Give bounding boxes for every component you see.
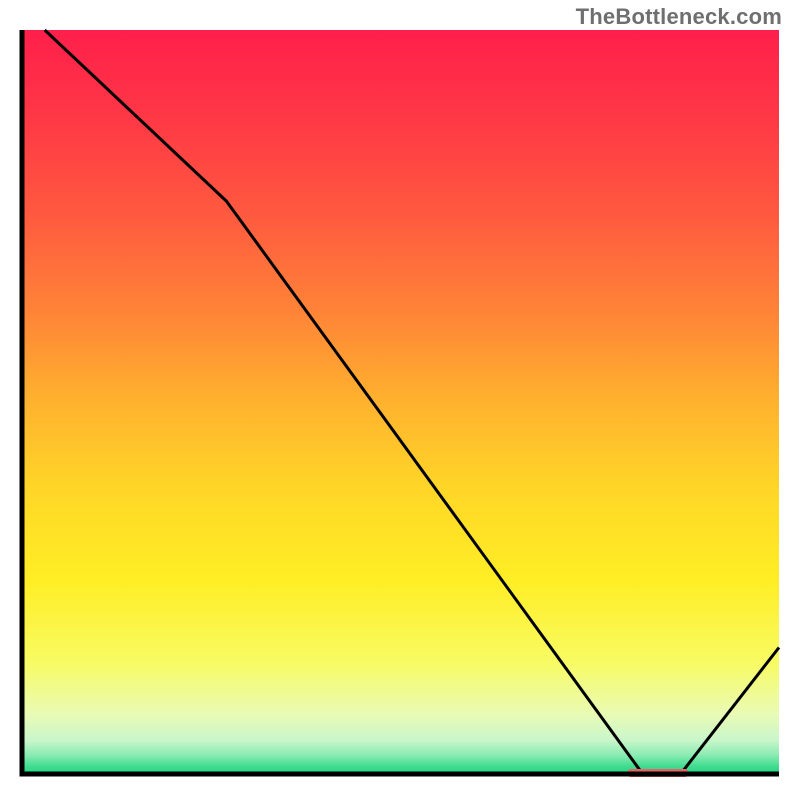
plot-background: [22, 30, 779, 774]
chart-container: TheBottleneck.com: [0, 0, 800, 800]
chart-svg: [0, 0, 800, 800]
